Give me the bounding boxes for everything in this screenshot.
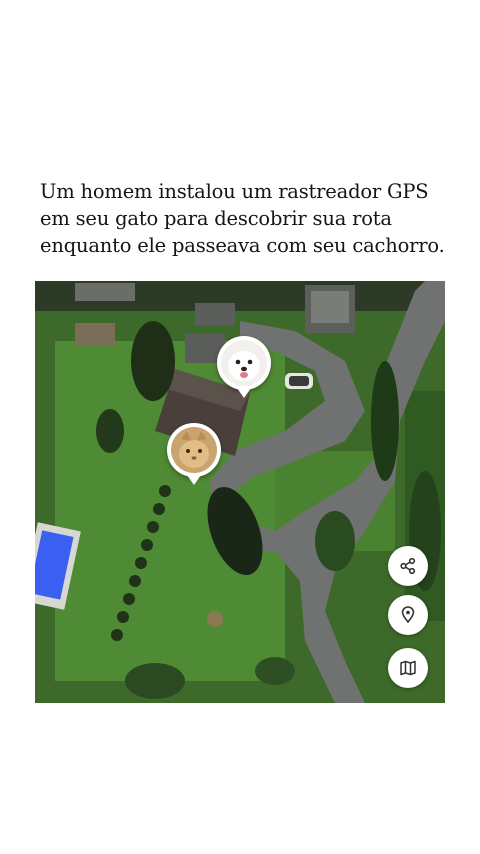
cat-marker[interactable] (167, 423, 221, 485)
caption-line-3: enquanto ele passeava com seu cachorro. (40, 234, 445, 257)
post-caption: Um homem instalou um rastreador GPS em s… (40, 178, 450, 259)
dog-marker[interactable] (217, 336, 271, 398)
dog-face-icon (221, 340, 267, 386)
map-view-button[interactable] (388, 648, 428, 688)
cat-face-icon (171, 427, 217, 473)
share-button[interactable] (388, 546, 428, 586)
folded-map-icon (400, 660, 416, 676)
share-icon (400, 557, 416, 575)
map-pin-icon (401, 606, 415, 624)
satellite-map[interactable] (35, 281, 445, 703)
caption-line-1: Um homem instalou um rastreador GPS (40, 180, 429, 203)
location-pin-button[interactable] (388, 595, 428, 635)
caption-line-2: em seu gato para descobrir sua rota (40, 207, 392, 230)
